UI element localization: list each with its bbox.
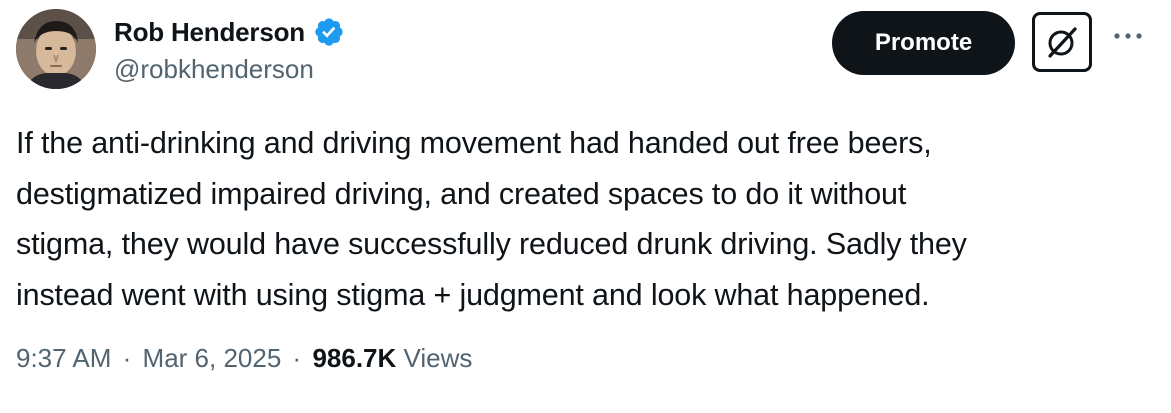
tweet-text-line: instead went with using stigma + judgmen… (16, 277, 930, 312)
views-count[interactable]: 986.7K (312, 343, 396, 373)
promote-button[interactable]: Promote (832, 11, 1015, 75)
more-options-icon (1114, 33, 1142, 39)
grok-icon (1048, 27, 1077, 58)
author-name-row: Rob Henderson (114, 12, 345, 52)
author-handle[interactable]: @robkhenderson (114, 54, 314, 85)
tweet-text: If the anti-drinking and driving movemen… (16, 118, 1156, 320)
avatar[interactable] (16, 9, 96, 89)
grok-button[interactable] (1032, 12, 1092, 72)
tweet-text-line: stigma, they would have successfully red… (16, 227, 967, 261)
tweet-text-line: destigmatized impaired driving, and crea… (16, 176, 907, 211)
tweet-date[interactable]: Mar 6, 2025 (143, 343, 282, 373)
display-name[interactable]: Rob Henderson (114, 17, 305, 48)
tweet-text-line: If the anti-drinking and driving movemen… (16, 126, 932, 160)
views-label: Views (403, 343, 473, 373)
meta-separator: · (292, 343, 302, 373)
verified-badge-icon[interactable] (313, 16, 345, 48)
tweet-time[interactable]: 9:37 AM (16, 343, 111, 373)
more-options-button[interactable] (1110, 26, 1146, 46)
avatar-photo (16, 9, 96, 89)
meta-separator: · (122, 343, 132, 373)
tweet-card: Rob Henderson @robkhenderson Promote If … (0, 0, 1171, 413)
tweet-meta: 9:37 AM · Mar 6, 2025 · 986.7K Views (16, 343, 472, 374)
